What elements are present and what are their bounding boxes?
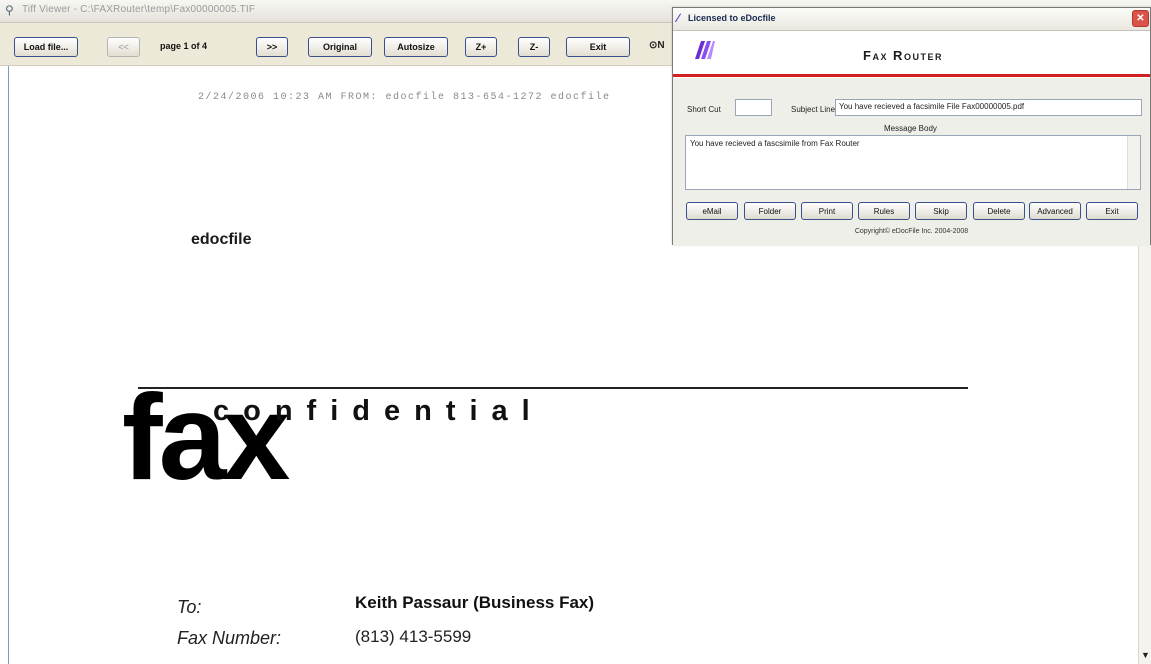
close-icon[interactable]: ✕ [1132,10,1149,27]
message-body-text: You have recieved a fascsimile from Fax … [690,139,860,148]
fax-sender-name: edocfile [191,231,252,248]
dialog-app-icon: ∕ [677,11,680,25]
dialog-titlebar[interactable]: ∕ Licensed to eDocfile ✕ [673,8,1150,31]
next-page-button[interactable]: >> [256,37,288,57]
folder-button[interactable]: Folder [744,202,796,220]
original-size-button[interactable]: Original [308,37,372,57]
exit-button[interactable]: Exit [1086,202,1138,220]
to-label: To: [177,597,202,617]
page-indicator: page 1 of 4 [160,41,208,51]
load-file-button[interactable]: Load file... [14,37,78,57]
fax-transmission-header: 2/24/2006 10:23 AM FROM: edocfile 813-65… [198,92,611,103]
short-cut-input[interactable] [735,99,772,116]
exit-viewer-button[interactable]: Exit [566,37,630,57]
recipient-name: Keith Passaur (Business Fax) [355,593,595,612]
dialog-banner: Fax Router [673,31,1150,76]
delete-button[interactable]: Delete [973,202,1025,220]
zoom-in-button[interactable]: Z+ [465,37,497,57]
routing-form: Short Cut Subject Line You have recieved… [673,78,1150,246]
fax-number-label: Fax Number: [177,628,282,648]
message-body-textarea[interactable]: You have recieved a fascsimile from Fax … [685,135,1141,190]
confidential-word: confidential [213,395,544,427]
print-button[interactable]: Print [801,202,853,220]
document-frame-border [8,66,9,664]
dialog-title: Licensed to eDocfile [688,13,776,23]
banner-accent-line [673,74,1150,77]
advanced-button[interactable]: Advanced [1029,202,1081,220]
fax-router-logo-icon [695,41,715,59]
zoom-out-button[interactable]: Z- [518,37,550,57]
fax-number-value: (813) 413-5599 [355,627,472,646]
app-title: Fax Router [863,48,943,63]
viewer-title: Tiff Viewer - C:\FAXRouter\temp\Fax00000… [22,4,256,15]
message-body-scrollbar[interactable] [1127,136,1140,189]
skip-button[interactable]: Skip [915,202,967,220]
message-body-label: Message Body [884,124,937,133]
email-button[interactable]: eMail [686,202,738,220]
previous-page-button[interactable]: << [107,37,140,57]
subject-line-label: Subject Line [791,105,836,114]
viewer-app-icon: ⚲ [5,3,14,17]
autosize-button[interactable]: Autosize [384,37,448,57]
short-cut-label: Short Cut [687,105,721,114]
subject-line-input[interactable]: You have recieved a facsimile File Fax00… [835,99,1142,116]
scroll-down-arrow-icon[interactable]: ▼ [1141,650,1150,660]
copyright-notice: Copyright© eDocFile Inc. 2004-2008 [854,228,969,235]
fax-router-dialog: ∕ Licensed to eDocfile ✕ Fax Router Shor… [672,7,1151,246]
view-mode-radio[interactable]: ⊙N [649,40,665,51]
rules-button[interactable]: Rules [858,202,910,220]
